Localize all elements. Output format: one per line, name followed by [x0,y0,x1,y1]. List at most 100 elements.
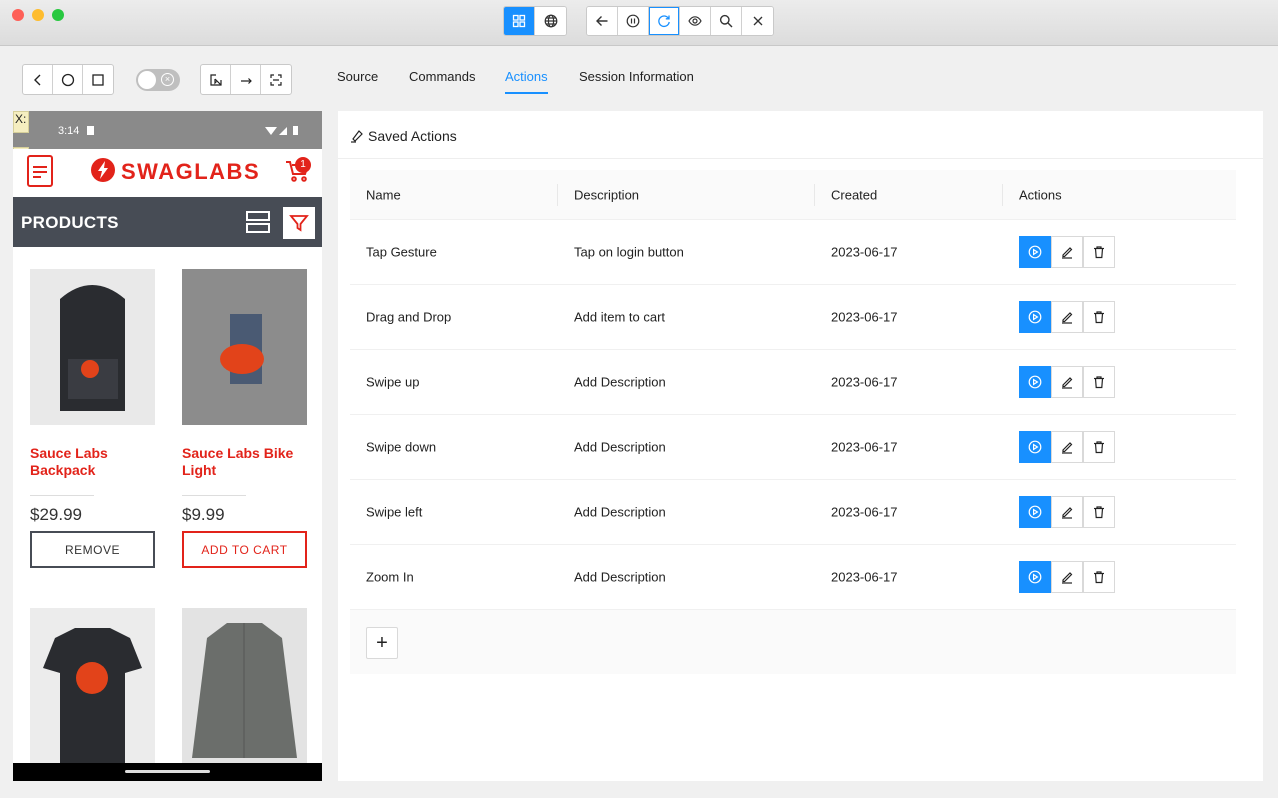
row-actions [1019,366,1115,398]
menu-icon[interactable] [27,155,53,187]
session-actions-group [586,6,774,36]
filter-button[interactable] [283,207,315,239]
delete-icon [1094,571,1104,584]
close-window-button[interactable] [12,9,24,21]
brand-name: SWAGLABS [121,159,261,184]
action-created: 2023-06-17 [831,439,898,455]
product-name-bike-light[interactable]: Sauce Labs Bike Light [182,445,307,479]
action-name: Zoom In [366,569,414,585]
device-app-switch-button[interactable] [83,65,113,94]
product-image-tshirt[interactable] [30,608,155,764]
play-icon [1028,375,1042,389]
products-title: PRODUCTS [21,213,119,232]
saved-actions-panel: Saved Actions Name Description Created A… [338,111,1263,781]
action-created: 2023-06-17 [831,504,898,520]
recorder-toggle[interactable]: × [136,69,180,91]
table-header: Name Description Created Actions [350,170,1236,220]
select-element-icon [209,73,222,86]
play-action-button[interactable] [1019,236,1051,268]
action-description: Add item to cart [574,309,666,325]
coord-x-label: X: [13,111,29,133]
edit-action-button[interactable] [1051,496,1083,528]
add-to-cart-button[interactable]: ADD TO CART [182,531,307,568]
quit-session-button[interactable] [742,7,773,35]
edit-action-button[interactable] [1051,301,1083,333]
delete-action-button[interactable] [1083,366,1115,398]
select-element-button[interactable] [201,65,231,94]
web-view-button[interactable] [535,7,566,35]
native-view-button[interactable] [504,7,535,35]
product-image-jacket[interactable] [182,608,307,764]
delete-action-button[interactable] [1083,561,1115,593]
product-price-bike-light: $9.99 [182,505,225,524]
product-price-backpack: $29.99 [30,505,82,524]
edit-icon [1062,572,1073,584]
edit-action-button[interactable] [1051,236,1083,268]
device-screenshot[interactable]: 3:14 X: Y: SWAGLABS 1 PRODUCTS Sauce Lab… [13,111,322,781]
product-name-backpack[interactable]: Sauce Labs Backpack [30,445,155,479]
action-created: 2023-06-17 [831,569,898,585]
table-row: Swipe down Add Description 2023-06-17 [350,415,1236,480]
tab-source[interactable]: Source [337,69,378,84]
minimize-window-button[interactable] [32,9,44,21]
back-button[interactable] [587,7,618,35]
highlight-icon [351,130,363,143]
product-divider [182,495,246,496]
play-action-button[interactable] [1019,496,1051,528]
play-action-button[interactable] [1019,366,1051,398]
device-nav-bar [13,763,322,781]
device-time: 3:14 [58,125,80,137]
play-action-button[interactable] [1019,561,1051,593]
column-divider [557,184,558,206]
home-indicator[interactable] [125,770,210,773]
column-actions: Actions [1019,187,1062,202]
refresh-button[interactable] [649,7,680,35]
product-image-backpack[interactable] [30,269,155,425]
tab-commands[interactable]: Commands [409,69,475,84]
tap-coordinates-button[interactable] [261,65,291,94]
delete-action-button[interactable] [1083,431,1115,463]
app-header: SWAGLABS 1 [13,149,322,197]
delete-action-button[interactable] [1083,236,1115,268]
bike-light-illustration [220,314,264,384]
list-view-icon[interactable] [245,209,271,235]
row-actions [1019,301,1115,333]
product-image-bike-light[interactable] [182,269,307,425]
remove-button[interactable]: REMOVE [30,531,155,568]
show-hide-button[interactable] [680,7,711,35]
saved-actions-table: Name Description Created Actions Tap Ges… [350,170,1236,674]
search-button[interactable] [711,7,742,35]
panel-title: Saved Actions [368,128,457,144]
sim-icon [87,126,94,135]
table-row: Zoom In Add Description 2023-06-17 [350,545,1236,610]
play-icon [1028,505,1042,519]
jacket-illustration [192,623,297,758]
play-icon [1028,310,1042,324]
swipe-icon [240,77,252,84]
device-home-button[interactable] [53,65,83,94]
table-row: Tap Gesture Tap on login button 2023-06-17 [350,220,1236,285]
view-toggle-group [503,6,567,36]
delete-action-button[interactable] [1083,301,1115,333]
table-footer: + [350,610,1236,674]
delete-icon [1094,506,1104,519]
tab-actions[interactable]: Actions [505,69,548,84]
edit-action-button[interactable] [1051,366,1083,398]
swipe-button[interactable] [231,65,261,94]
edit-icon [1062,507,1073,519]
tab-session-information[interactable]: Session Information [579,69,694,84]
edit-action-button[interactable] [1051,561,1083,593]
back-icon [33,74,40,85]
table-row: Swipe left Add Description 2023-06-17 [350,480,1236,545]
action-description: Tap on login button [574,244,684,260]
edit-action-button[interactable] [1051,431,1083,463]
pause-button[interactable] [618,7,649,35]
delete-action-button[interactable] [1083,496,1115,528]
device-back-button[interactable] [23,65,53,94]
add-action-button[interactable]: + [366,627,398,659]
action-description: Add Description [574,374,666,390]
maximize-window-button[interactable] [52,9,64,21]
play-action-button[interactable] [1019,431,1051,463]
play-action-button[interactable] [1019,301,1051,333]
action-name: Swipe left [366,504,423,520]
